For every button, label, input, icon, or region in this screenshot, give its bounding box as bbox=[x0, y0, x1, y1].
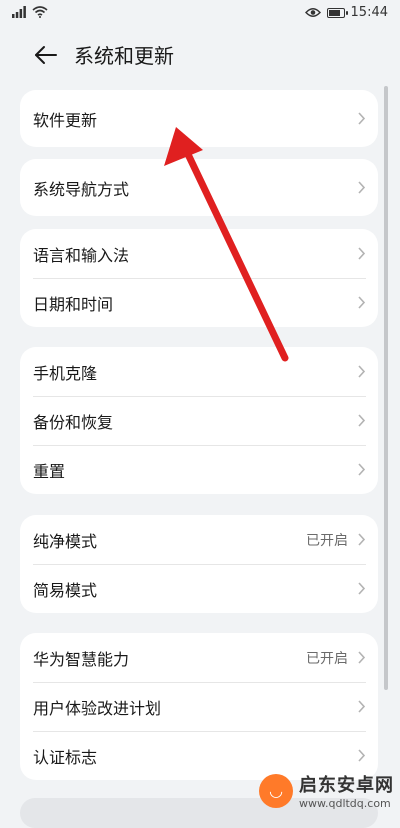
list-item-reset[interactable]: 重置 bbox=[20, 445, 378, 494]
back-arrow-icon[interactable] bbox=[30, 40, 60, 70]
status-bar: 15:44 bbox=[0, 0, 400, 28]
watermark-logo-icon: ◡ bbox=[259, 773, 293, 808]
row-label: 华为智慧能力 bbox=[33, 649, 130, 669]
settings-group-update: 软件更新 bbox=[20, 90, 378, 147]
list-item-huawei-ai[interactable]: 华为智慧能力 已开启 bbox=[20, 633, 378, 682]
row-label: 语言和输入法 bbox=[33, 245, 130, 265]
watermark-title: 启东安卓网 bbox=[299, 775, 394, 796]
row-label: 简易模式 bbox=[33, 580, 98, 600]
page-title: 系统和更新 bbox=[74, 44, 174, 68]
chevron-right-icon bbox=[358, 700, 366, 713]
chevron-right-icon bbox=[358, 651, 366, 664]
row-label: 重置 bbox=[33, 461, 66, 481]
row-label: 用户体验改进计划 bbox=[33, 698, 162, 718]
list-item-pure-mode[interactable]: 纯净模式 已开启 bbox=[20, 515, 378, 564]
list-item-backup-restore[interactable]: 备份和恢复 bbox=[20, 396, 378, 445]
status-time: 15:44 bbox=[350, 5, 388, 20]
eye-icon bbox=[304, 8, 321, 17]
battery-icon bbox=[326, 7, 348, 18]
header: 系统和更新 bbox=[0, 30, 400, 78]
settings-group-language-time: 语言和输入法 日期和时间 bbox=[20, 229, 378, 327]
chevron-right-icon bbox=[358, 112, 366, 125]
chevron-right-icon bbox=[358, 365, 366, 378]
status-right: 15:44 bbox=[304, 5, 388, 20]
chevron-right-icon bbox=[358, 463, 366, 476]
chevron-right-icon bbox=[358, 749, 366, 762]
scrollbar[interactable] bbox=[384, 86, 388, 690]
list-item-language-input[interactable]: 语言和输入法 bbox=[20, 229, 378, 278]
list-item-system-navigation[interactable]: 系统导航方式 bbox=[20, 159, 378, 216]
list-item-user-experience[interactable]: 用户体验改进计划 bbox=[20, 682, 378, 731]
list-item-date-time[interactable]: 日期和时间 bbox=[20, 278, 378, 327]
chevron-right-icon bbox=[358, 414, 366, 427]
watermark: ◡ 启东安卓网 www.qdltdq.com bbox=[259, 771, 394, 810]
chevron-right-icon bbox=[358, 247, 366, 260]
row-label: 认证标志 bbox=[33, 747, 98, 767]
row-label: 纯净模式 bbox=[33, 531, 98, 551]
wifi-icon bbox=[32, 6, 48, 18]
status-value: 已开启 bbox=[306, 650, 348, 667]
settings-group-modes: 纯净模式 已开启 简易模式 bbox=[20, 515, 378, 613]
chevron-right-icon bbox=[358, 181, 366, 194]
battery-fill bbox=[328, 9, 340, 16]
list-item-simple-mode[interactable]: 简易模式 bbox=[20, 564, 378, 613]
watermark-text: 启东安卓网 www.qdltdq.com bbox=[299, 771, 394, 810]
chevron-right-icon bbox=[358, 533, 366, 546]
settings-group-backup: 手机克隆 备份和恢复 重置 bbox=[20, 347, 378, 494]
signal-icon bbox=[12, 6, 26, 18]
settings-group-navigation: 系统导航方式 bbox=[20, 159, 378, 216]
row-label: 备份和恢复 bbox=[33, 412, 114, 432]
row-label: 系统导航方式 bbox=[33, 179, 130, 199]
chevron-right-icon bbox=[358, 296, 366, 309]
row-label: 手机克隆 bbox=[33, 363, 98, 383]
list-item-phone-clone[interactable]: 手机克隆 bbox=[20, 347, 378, 396]
list-item-software-update[interactable]: 软件更新 bbox=[20, 90, 378, 147]
row-label: 软件更新 bbox=[33, 110, 98, 130]
chevron-right-icon bbox=[358, 582, 366, 595]
row-label: 日期和时间 bbox=[33, 294, 114, 314]
status-left bbox=[12, 6, 48, 18]
status-value: 已开启 bbox=[306, 532, 348, 549]
settings-group-huawei: 华为智慧能力 已开启 用户体验改进计划 认证标志 bbox=[20, 633, 378, 780]
watermark-url: www.qdltdq.com bbox=[299, 797, 391, 810]
